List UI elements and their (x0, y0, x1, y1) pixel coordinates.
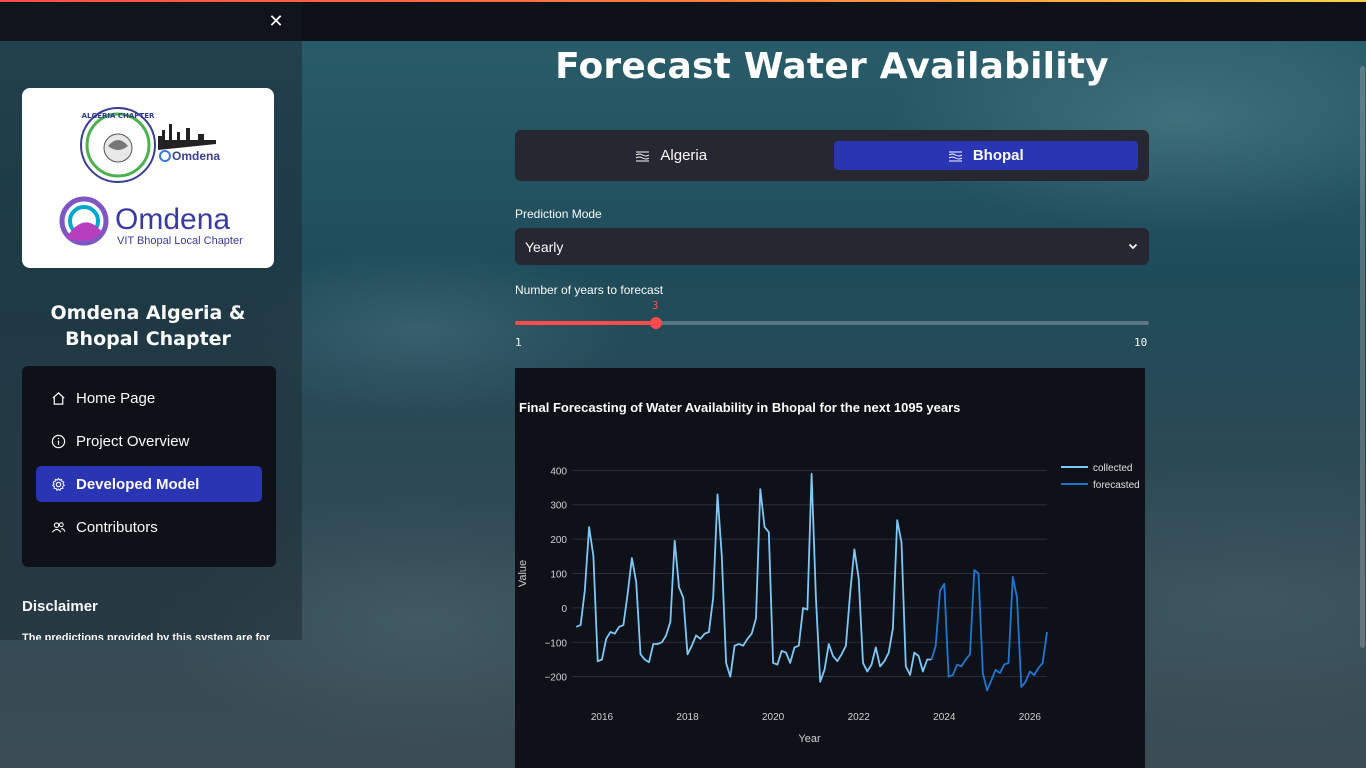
nav-item-contributors[interactable]: Contributors (36, 509, 262, 545)
logo-card: ALGERIA CHAPTER Omdena Omdena VIT Bhopal… (22, 88, 274, 268)
y-tick-label: 0 (561, 604, 567, 615)
logo-subtitle: VIT Bhopal Local Chapter (117, 235, 243, 247)
page-title: Forecast Water Availability (555, 46, 1109, 87)
years-slider-min: 1 (515, 336, 522, 349)
y-tick-label: 200 (550, 535, 567, 546)
years-slider-thumb[interactable] (649, 317, 662, 329)
forecast-chart-panel: Final Forecasting of Water Availability … (515, 368, 1145, 768)
forecast-chart[interactable]: Final Forecasting of Water Availability … (515, 368, 1145, 768)
y-tick-label: −100 (544, 638, 567, 649)
sidebar-title: Omdena Algeria & Bhopal Chapter (50, 302, 246, 350)
nav-menu: Home Page Project Overview Developed Mod… (22, 366, 276, 567)
close-sidebar-button[interactable]: ✕ (266, 12, 286, 32)
tab-label: Bhopal (972, 147, 1024, 164)
logo-omdena-big: Omdena (115, 203, 230, 236)
omdena-logo: ALGERIA CHAPTER Omdena Omdena VIT Bhopal… (59, 107, 243, 247)
top-decoration-bar (0, 0, 1366, 2)
y-tick-label: 300 (550, 501, 567, 512)
nav-item-label: Project Overview (76, 432, 190, 450)
prediction-mode-label: Prediction Mode (515, 207, 602, 221)
logo-algeria-text: ALGERIA CHAPTER (82, 112, 155, 120)
chart-title: Final Forecasting of Water Availability … (519, 400, 960, 415)
tab-label: Algeria (660, 147, 708, 164)
disclaimer-heading: Disclaimer (22, 598, 98, 615)
house-icon (50, 390, 66, 406)
info-icon (50, 433, 66, 449)
prediction-mode-value: Yearly (525, 238, 564, 255)
years-slider-fill (515, 321, 656, 325)
years-slider-value: 3 (651, 299, 659, 312)
nav-item-label: Developed Model (76, 475, 200, 493)
page-scrollbar[interactable] (1360, 66, 1365, 648)
tab-algeria[interactable]: Algeria (519, 141, 824, 170)
people-icon (50, 519, 66, 535)
disclaimer-text: The predictions provided by this system … (22, 632, 271, 640)
years-slider-max: 10 (1134, 336, 1148, 349)
series-line-forecasted (930, 569, 1048, 692)
nav-item-home-page[interactable]: Home Page (36, 380, 262, 416)
x-tick-label: 2020 (762, 712, 785, 723)
y-axis-label: Value (517, 560, 529, 587)
legend-label-collected: collected (1093, 463, 1132, 474)
years-slider-label: Number of years to forecast (515, 283, 664, 297)
logo-omdena-small: Omdena (172, 149, 220, 163)
close-icon: ✕ (268, 11, 284, 32)
nav-item-label: Contributors (76, 518, 158, 536)
nav-item-developed-model[interactable]: Developed Model (36, 466, 262, 502)
gear-icon (50, 476, 66, 492)
water-icon (635, 150, 650, 162)
x-axis-label: Year (798, 733, 821, 745)
prediction-mode-select[interactable]: Yearly (515, 228, 1149, 265)
x-tick-label: 2022 (848, 712, 871, 723)
sidebar-header (0, 2, 302, 41)
tab-bhopal[interactable]: Bhopal (833, 141, 1138, 170)
x-tick-label: 2026 (1019, 712, 1042, 723)
chevron-down-icon (1127, 239, 1139, 255)
legend-label-forecasted: forecasted (1093, 480, 1140, 491)
nav-item-label: Home Page (76, 389, 156, 407)
y-tick-label: −200 (544, 673, 567, 684)
sidebar: ✕ ALGERIA CHAPTER Omdena Omdena VIT Bhop… (0, 2, 302, 640)
x-tick-label: 2018 (676, 712, 699, 723)
region-tabs: Algeria Bhopal (515, 130, 1149, 181)
y-tick-label: 100 (550, 570, 567, 581)
x-tick-label: 2016 (591, 712, 614, 723)
x-tick-label: 2024 (933, 712, 956, 723)
nav-item-project-overview[interactable]: Project Overview (36, 423, 262, 459)
water-icon (948, 150, 963, 162)
y-tick-label: 400 (550, 466, 567, 477)
